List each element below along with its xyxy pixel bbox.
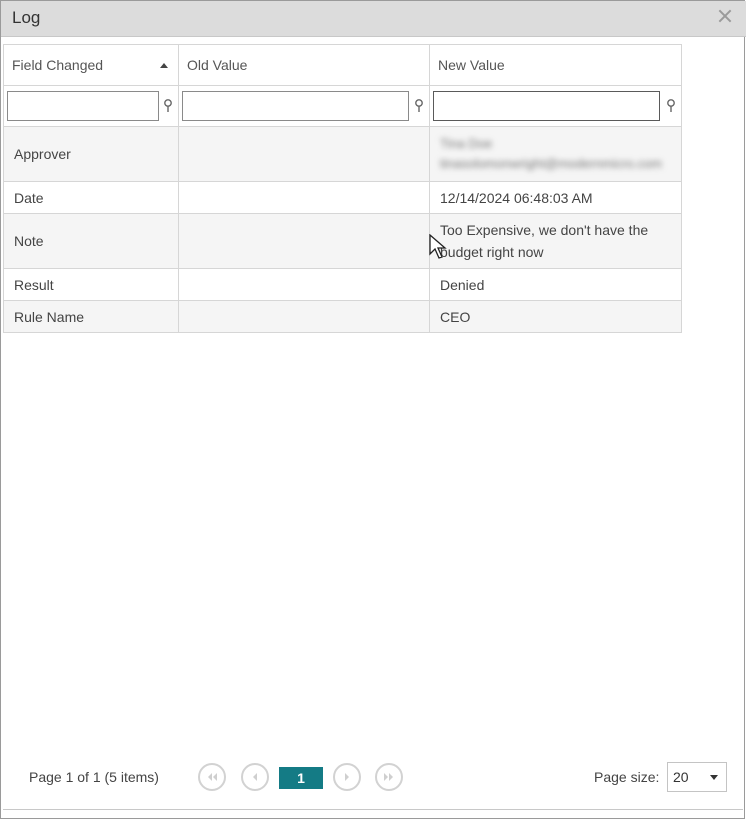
- filter-input-field-changed[interactable]: [7, 91, 159, 121]
- log-dialog: Log Field Changed Old Value New Value Ap…: [0, 0, 746, 819]
- mouse-cursor-icon: [429, 233, 449, 260]
- next-page-button[interactable]: [333, 763, 361, 791]
- column-header-field-changed[interactable]: Field Changed: [3, 44, 179, 86]
- filter-icon[interactable]: [414, 99, 424, 113]
- pager-summary: Page 1 of 1 (5 items): [29, 769, 159, 785]
- obscured-name: Tina Doe: [440, 136, 493, 151]
- cell-new-value: Too Expensive, we don't have the budget …: [429, 213, 682, 269]
- obscured-email: tinasolomonwright@modernmicro.com: [440, 156, 662, 171]
- dialog-title: Log: [12, 8, 41, 27]
- table-row[interactable]: Approver Tina Doe tinasolomonwright@mode…: [3, 126, 682, 182]
- table-row[interactable]: Result Denied: [3, 268, 682, 301]
- filter-input-new-value[interactable]: [433, 91, 660, 121]
- filter-input-old-value[interactable]: [182, 91, 409, 121]
- table-row[interactable]: Note Too Expensive, we don't have the bu…: [3, 213, 682, 269]
- page-size-value: 20: [673, 769, 689, 785]
- cell-old-value: [178, 181, 430, 214]
- pager: Page 1 of 1 (5 items) 1 Page size: 20: [1, 757, 746, 797]
- first-page-button[interactable]: [198, 763, 226, 791]
- table-row[interactable]: Date 12/14/2024 06:48:03 AM: [3, 181, 682, 214]
- last-page-button[interactable]: [375, 763, 403, 791]
- cell-new-value: 12/14/2024 06:48:03 AM: [429, 181, 682, 214]
- sort-ascending-icon: [160, 63, 168, 68]
- cell-field: Date: [3, 181, 179, 214]
- column-header-label: New Value: [438, 57, 505, 73]
- cell-field: Result: [3, 268, 179, 301]
- current-page-button[interactable]: 1: [279, 767, 323, 789]
- previous-page-button[interactable]: [241, 763, 269, 791]
- filter-icon[interactable]: [163, 99, 173, 113]
- chevron-down-icon: [710, 775, 718, 780]
- page-size-label: Page size:: [594, 769, 660, 785]
- column-header-new-value[interactable]: New Value: [429, 44, 682, 86]
- log-grid: Field Changed Old Value New Value Approv…: [3, 44, 682, 333]
- title-bar: Log: [1, 1, 746, 37]
- cell-new-value: CEO: [429, 300, 682, 333]
- filter-row: [3, 85, 682, 127]
- cell-old-value: [178, 126, 430, 182]
- cell-new-value: Denied: [429, 268, 682, 301]
- cell-old-value: [178, 213, 430, 269]
- filter-icon[interactable]: [666, 99, 676, 113]
- cell-new-value-obscured: Tina Doe tinasolomonwright@modernmicro.c…: [429, 126, 682, 182]
- page-size-select[interactable]: 20: [667, 762, 727, 792]
- column-header-old-value[interactable]: Old Value: [178, 44, 430, 86]
- divider: [3, 809, 743, 810]
- cell-field: Approver: [3, 126, 179, 182]
- cell-old-value: [178, 268, 430, 301]
- cell-old-value: [178, 300, 430, 333]
- close-icon[interactable]: [716, 7, 734, 25]
- cell-field: Note: [3, 213, 179, 269]
- column-header-label: Field Changed: [12, 57, 104, 73]
- cell-field: Rule Name: [3, 300, 179, 333]
- table-row[interactable]: Rule Name CEO: [3, 300, 682, 333]
- column-header-label: Old Value: [187, 57, 248, 73]
